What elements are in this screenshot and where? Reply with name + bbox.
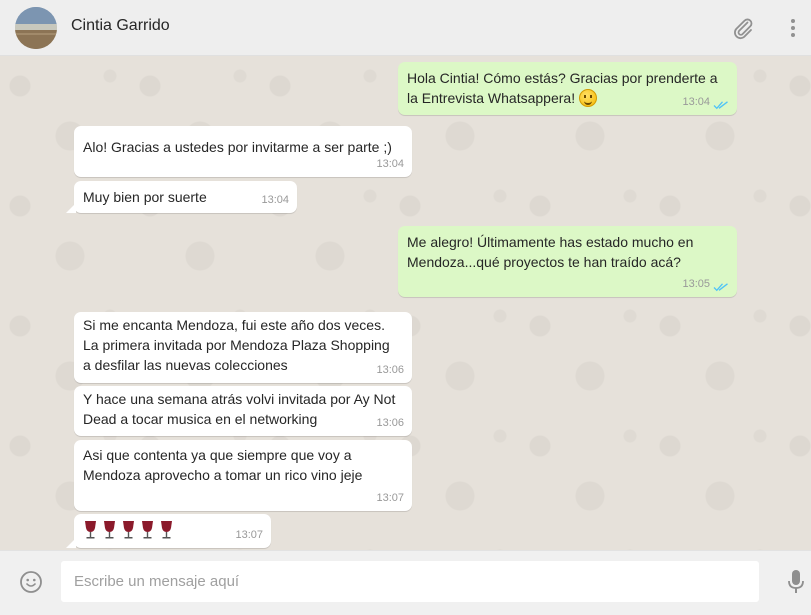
wine-glass-icon (142, 521, 153, 539)
message-time: 13:04 (376, 158, 404, 170)
menu-icon[interactable] (781, 16, 805, 40)
message-list[interactable]: Hola Cintia! Cómo estás? Gracias por pre… (0, 56, 811, 550)
contact-name[interactable]: Cintia Garrido (71, 17, 170, 35)
message-bubble-incoming[interactable]: Alo! Gracias a ustedes por invitarme a s… (74, 126, 412, 177)
wine-glass-icon (123, 521, 134, 539)
message-bubble-incoming[interactable]: 13:07 (66, 514, 271, 548)
message-text: Si me encanta Mendoza, fui este año dos … (83, 317, 390, 373)
double-check-icon (713, 283, 728, 292)
wine-glass-icon (85, 521, 96, 539)
smile-emoji-icon (578, 89, 597, 107)
chat-header: Cintia Garrido (0, 0, 811, 56)
message-bubble-outgoing[interactable]: Hola Cintia! Cómo estás? Gracias por pre… (398, 62, 737, 115)
microphone-icon[interactable] (786, 569, 806, 595)
message-text: Muy bien por suerte (83, 189, 207, 205)
double-check-icon (713, 101, 728, 110)
message-time: 13:06 (376, 417, 404, 429)
message-time: 13:07 (235, 529, 263, 541)
message-bubble-incoming[interactable]: Muy bien por suerte 13:04 (66, 181, 297, 213)
message-time: 13:04 (682, 96, 710, 108)
wine-glass-icon (104, 521, 115, 539)
message-time: 13:07 (376, 492, 404, 504)
avatar[interactable] (15, 7, 57, 49)
paperclip-icon[interactable] (731, 16, 755, 40)
message-bubble-incoming[interactable]: Y hace una semana atrás volvi invitada p… (74, 386, 412, 436)
message-text: Asi que contenta ya que siempre que voy … (83, 447, 363, 483)
wine-glass-icon (161, 521, 172, 539)
message-text: Me alegro! Últimamente has estado mucho … (407, 234, 694, 270)
message-text: Y hace una semana atrás volvi invitada p… (83, 391, 396, 427)
composer-bar (0, 550, 811, 615)
message-time: 13:05 (682, 278, 710, 290)
message-input[interactable] (61, 561, 759, 602)
message-bubble-incoming[interactable]: Si me encanta Mendoza, fui este año dos … (74, 312, 412, 383)
message-bubble-incoming[interactable]: Asi que contenta ya que siempre que voy … (74, 440, 412, 511)
smiley-icon[interactable] (19, 570, 43, 594)
message-text: Hola Cintia! Cómo estás? Gracias por pre… (407, 70, 718, 107)
message-time: 13:06 (376, 364, 404, 376)
message-time: 13:04 (261, 194, 289, 206)
message-text: Alo! Gracias a ustedes por invitarme a s… (83, 139, 392, 155)
message-bubble-outgoing[interactable]: Me alegro! Últimamente has estado mucho … (398, 226, 737, 297)
